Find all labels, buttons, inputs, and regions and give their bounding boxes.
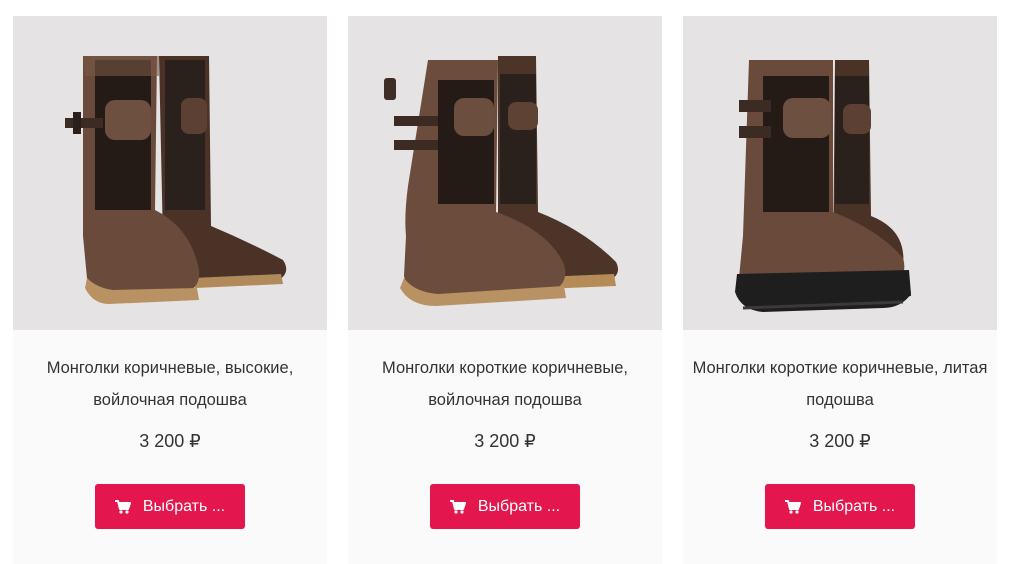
product-title[interactable]: Монголки короткие коричневые, литая подо… [683, 352, 997, 416]
select-button-label: Выбрать ... [477, 497, 561, 515]
product-price: 3 200 ₽ [139, 431, 201, 451]
cart-icon [784, 499, 801, 514]
product-price: 3 200 ₽ [474, 431, 536, 451]
select-button-label: Выбрать ... [142, 497, 226, 515]
boots-illustration [65, 56, 287, 304]
select-button[interactable]: Выбрать ... [430, 484, 580, 529]
cart-icon [114, 499, 131, 514]
product-title[interactable]: Монголки короткие коричневые, войлочная … [348, 352, 662, 416]
select-button[interactable]: Выбрать ... [765, 484, 915, 529]
product-price: 3 200 ₽ [809, 431, 871, 451]
boots-illustration [384, 56, 618, 306]
cart-icon [449, 499, 466, 514]
product-image[interactable] [13, 16, 327, 330]
product-card: Монголки короткие коричневые, литая подо… [683, 16, 997, 564]
product-card: Монголки короткие коричневые, войлочная … [348, 16, 662, 564]
product-card: Монголки коричневые, высокие, войлочная … [13, 16, 327, 564]
select-button[interactable]: Выбрать ... [95, 484, 245, 529]
product-image[interactable] [683, 16, 997, 330]
product-title[interactable]: Монголки коричневые, высокие, войлочная … [13, 352, 327, 416]
select-button-label: Выбрать ... [812, 497, 896, 515]
product-grid: Монголки коричневые, высокие, войлочная … [0, 0, 1017, 564]
boots-illustration [735, 60, 911, 312]
product-image[interactable] [348, 16, 662, 330]
